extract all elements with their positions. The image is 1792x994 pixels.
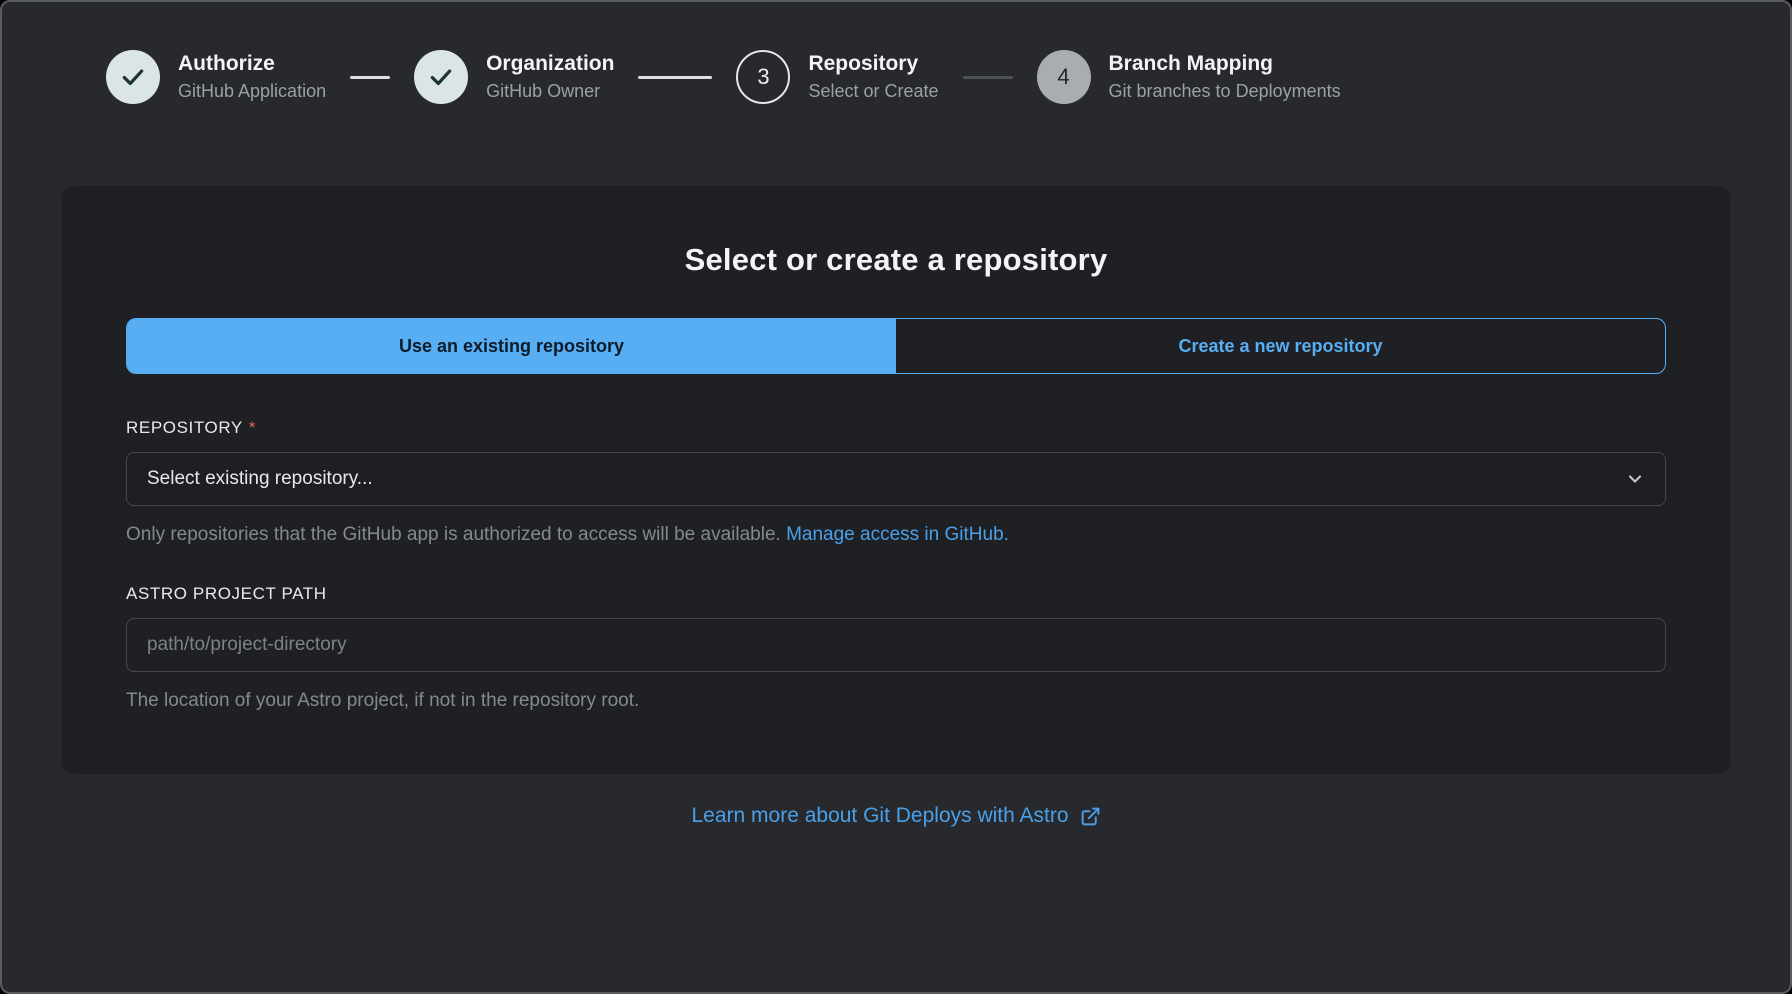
step-title: Organization <box>486 52 614 76</box>
step-number-badge: 3 <box>736 50 790 104</box>
step-text: Branch Mapping Git branches to Deploymen… <box>1109 52 1341 102</box>
repository-field-label-text: REPOSITORY <box>126 418 243 437</box>
required-marker: * <box>249 418 256 437</box>
project-path-input[interactable] <box>126 618 1666 672</box>
step-connector <box>963 76 1013 79</box>
step-connector <box>350 76 390 79</box>
project-path-label: ASTRO PROJECT PATH <box>126 584 1666 604</box>
step-organization: Organization GitHub Owner <box>414 50 614 104</box>
step-authorize: Authorize GitHub Application <box>106 50 326 104</box>
repository-select-value: Select existing repository... <box>147 468 373 490</box>
checkmark-icon <box>428 64 454 90</box>
chevron-down-icon <box>1625 469 1645 489</box>
repository-help-main: Only repositories that the GitHub app is… <box>126 524 781 545</box>
manage-access-link[interactable]: Manage access in GitHub. <box>786 524 1009 545</box>
step-subtitle: GitHub Application <box>178 81 326 102</box>
tab-use-existing-repository[interactable]: Use an existing repository <box>127 319 896 373</box>
external-link-icon <box>1080 806 1101 827</box>
step-subtitle: Git branches to Deployments <box>1109 81 1341 102</box>
repository-step-card: Select or create a repository Use an exi… <box>62 186 1730 774</box>
step-text: Organization GitHub Owner <box>486 52 614 102</box>
repository-field-label: REPOSITORY * <box>126 418 1666 438</box>
step-title: Branch Mapping <box>1109 52 1341 76</box>
step-text: Repository Select or Create <box>808 52 938 102</box>
step-text: Authorize GitHub Application <box>178 52 326 102</box>
step-repository: 3 Repository Select or Create <box>736 50 938 104</box>
step-title: Authorize <box>178 52 326 76</box>
repository-help-text: Only repositories that the GitHub app is… <box>126 524 1666 546</box>
step-title: Repository <box>808 52 938 76</box>
project-path-help-text: The location of your Astro project, if n… <box>126 690 1666 712</box>
tab-create-new-repository[interactable]: Create a new repository <box>896 319 1665 373</box>
step-number-badge: 4 <box>1037 50 1091 104</box>
repository-select[interactable]: Select existing repository... <box>126 452 1666 506</box>
learn-more-link-label: Learn more about Git Deploys with Astro <box>691 804 1068 828</box>
footer: Learn more about Git Deploys with Astro <box>2 804 1790 828</box>
step-complete-check <box>414 50 468 104</box>
step-branch-mapping: 4 Branch Mapping Git branches to Deploym… <box>1037 50 1341 104</box>
wizard-stepper: Authorize GitHub Application Organizatio… <box>2 2 1790 104</box>
learn-more-link[interactable]: Learn more about Git Deploys with Astro <box>691 804 1100 828</box>
app-window: Authorize GitHub Application Organizatio… <box>0 0 1792 994</box>
checkmark-icon <box>120 64 146 90</box>
step-subtitle: Select or Create <box>808 81 938 102</box>
repository-mode-tabs: Use an existing repository Create a new … <box>126 318 1666 374</box>
page-title: Select or create a repository <box>126 242 1666 278</box>
step-connector <box>638 76 712 79</box>
step-subtitle: GitHub Owner <box>486 81 614 102</box>
step-complete-check <box>106 50 160 104</box>
